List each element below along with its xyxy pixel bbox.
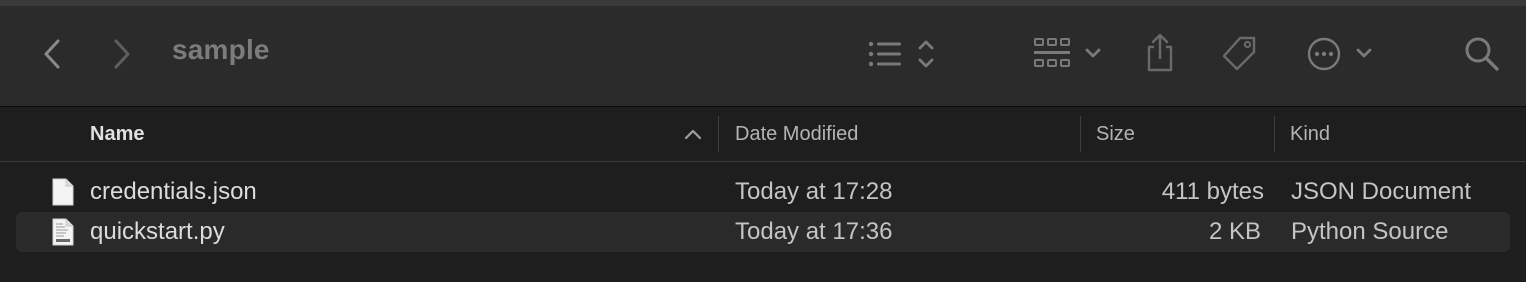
column-header-bar: Name Date Modified Size Kind xyxy=(0,107,1526,162)
ellipsis-circle-icon xyxy=(1307,37,1372,71)
column-divider[interactable] xyxy=(718,116,719,152)
file-name: quickstart.py xyxy=(90,218,225,245)
file-name: credentials.json xyxy=(90,178,257,205)
chevron-right-icon xyxy=(114,39,130,69)
list-view-icon xyxy=(868,40,934,68)
python-file-icon xyxy=(52,218,74,246)
file-size: 2 KB xyxy=(1208,218,1261,245)
group-button[interactable] xyxy=(1026,34,1106,74)
json-file-icon xyxy=(52,178,74,206)
share-icon xyxy=(1147,33,1173,72)
file-date: Today at 17:28 xyxy=(735,178,893,205)
finder-window: sample Name Date Modified Size Kind cred… xyxy=(0,0,1526,282)
back-button[interactable] xyxy=(34,34,70,74)
search-icon xyxy=(1465,37,1499,71)
grid-group-icon xyxy=(1034,38,1101,67)
file-list: credentials.json Today at 17:28 411 byte… xyxy=(0,162,1526,282)
share-button[interactable] xyxy=(1140,30,1180,76)
column-header-kind[interactable]: Kind xyxy=(1290,107,1330,161)
action-menu-button[interactable] xyxy=(1302,34,1378,74)
column-header-size[interactable]: Size xyxy=(1096,107,1135,161)
tag-icon xyxy=(1222,36,1256,71)
toolbar: sample xyxy=(0,6,1526,107)
file-kind: Python Source xyxy=(1291,218,1449,245)
view-options-button[interactable] xyxy=(860,34,940,74)
file-date: Today at 17:36 xyxy=(735,218,893,245)
column-header-name[interactable]: Name xyxy=(90,107,144,161)
forward-button[interactable] xyxy=(104,34,140,74)
search-button[interactable] xyxy=(1460,34,1504,74)
sort-ascending-icon[interactable] xyxy=(682,123,704,145)
chevron-left-icon xyxy=(44,39,60,69)
file-size: 411 bytes xyxy=(1161,178,1264,205)
column-header-date[interactable]: Date Modified xyxy=(735,107,858,161)
window-title: sample xyxy=(172,34,270,65)
table-row[interactable]: credentials.json Today at 17:28 411 byte… xyxy=(16,172,1510,212)
column-divider[interactable] xyxy=(1274,116,1275,152)
file-kind: JSON Document xyxy=(1291,178,1472,205)
column-divider[interactable] xyxy=(1080,116,1081,152)
tag-button[interactable] xyxy=(1216,32,1262,76)
table-row[interactable]: quickstart.py Today at 17:36 2 KB Python… xyxy=(16,212,1510,252)
